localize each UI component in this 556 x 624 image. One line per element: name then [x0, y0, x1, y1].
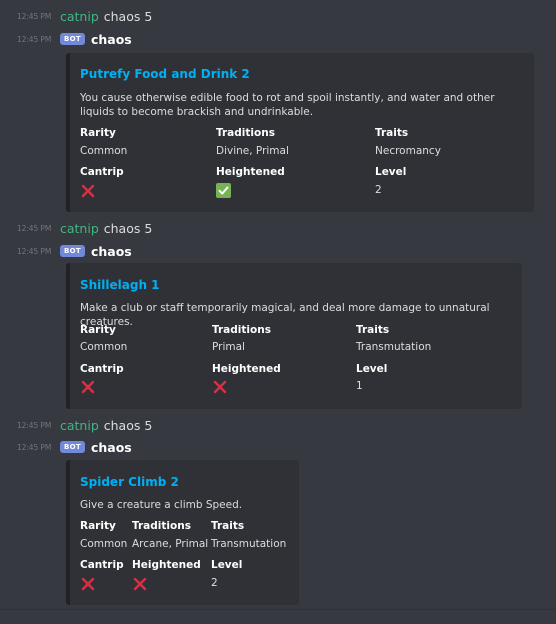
username[interactable]: catnip [60, 221, 99, 236]
bot-message-header: 12:45 PM BOT chaos [0, 31, 137, 47]
field-heightened-name: Heightened [132, 559, 201, 571]
field-traits-value: Transmutation [356, 341, 432, 353]
field-level-name: Level [356, 363, 388, 375]
field-traits-name: Traits [356, 324, 390, 336]
embed-description: Make a club or staff temporarily magical… [80, 302, 490, 328]
field-heightened-name: Heightened [216, 166, 285, 178]
spell-embed: Spider Climb 2 Give a creature a climb S… [66, 460, 299, 605]
bot-tag: BOT [60, 441, 85, 453]
field-traditions-name: Traditions [132, 520, 191, 532]
field-rarity-name: Rarity [80, 127, 116, 139]
message-text: chaos 5 [103, 417, 153, 433]
field-rarity-name: Rarity [80, 520, 116, 532]
field-traditions-value: Arcane, Primal [132, 538, 209, 550]
embed-title[interactable]: Shillelagh 1 [80, 278, 160, 292]
spell-embed: Putrefy Food and Drink 2 You cause other… [66, 53, 534, 212]
field-cantrip-name: Cantrip [80, 559, 124, 571]
cross-mark-icon [213, 380, 227, 394]
embed-description: You cause otherwise edible food to rot a… [80, 92, 495, 118]
message-text: chaos 5 [103, 220, 153, 236]
spell-embed: Shillelagh 1 Make a club or staff tempor… [66, 263, 522, 409]
field-level-name: Level [211, 559, 243, 571]
field-cantrip-name: Cantrip [80, 166, 124, 178]
field-rarity-name: Rarity [80, 324, 116, 336]
field-level-value: 2 [211, 577, 218, 589]
field-traditions-value: Divine, Primal [216, 145, 289, 157]
check-mark-icon [216, 183, 231, 198]
field-traditions-name: Traditions [216, 127, 275, 139]
field-heightened-name: Heightened [212, 363, 281, 375]
username[interactable]: catnip [60, 9, 99, 24]
field-rarity-value: Common [80, 145, 128, 157]
bot-tag: BOT [60, 33, 85, 45]
field-traits-value: Necromancy [375, 145, 441, 157]
field-level-value: 1 [356, 380, 363, 392]
cross-mark-icon [81, 380, 95, 394]
field-traditions-value: Primal [212, 341, 245, 353]
cross-mark-icon [133, 577, 147, 591]
cross-mark-icon [81, 577, 95, 591]
timestamp: 12:45 PM [17, 11, 52, 21]
field-traits-name: Traits [375, 127, 409, 139]
timestamp: 12:45 PM [17, 223, 52, 233]
bot-tag: BOT [60, 245, 85, 257]
field-rarity-value: Common [80, 538, 128, 550]
bot-username[interactable]: chaos [91, 440, 132, 455]
timestamp: 12:45 PM [17, 246, 52, 256]
user-message[interactable]: 12:45 PM catnip chaos 5 [0, 8, 152, 24]
user-message[interactable]: 12:45 PM catnip chaos 5 [0, 220, 152, 236]
bot-message-header: 12:45 PM BOT chaos [0, 243, 137, 259]
embed-title[interactable]: Spider Climb 2 [80, 475, 179, 489]
field-traits-value: Transmutation [211, 538, 287, 550]
bot-message-header: 12:45 PM BOT chaos [0, 439, 137, 455]
bot-username[interactable]: chaos [91, 244, 132, 259]
bot-username[interactable]: chaos [91, 32, 132, 47]
chat-log: 12:45 PM catnip chaos 5 12:45 PM BOT cha… [0, 0, 556, 624]
username[interactable]: catnip [60, 418, 99, 433]
embed-title[interactable]: Putrefy Food and Drink 2 [80, 67, 250, 81]
timestamp: 12:45 PM [17, 34, 52, 44]
timestamp: 12:45 PM [17, 420, 52, 430]
field-level-value: 2 [375, 184, 382, 196]
field-traits-name: Traits [211, 520, 245, 532]
field-level-name: Level [375, 166, 407, 178]
field-traditions-name: Traditions [212, 324, 271, 336]
cross-mark-icon [81, 184, 95, 198]
bottom-divider [0, 609, 556, 624]
embed-description: Give a creature a climb Speed. [80, 499, 243, 511]
message-text: chaos 5 [103, 8, 153, 24]
field-rarity-value: Common [80, 341, 128, 353]
timestamp: 12:45 PM [17, 442, 52, 452]
user-message[interactable]: 12:45 PM catnip chaos 5 [0, 417, 152, 433]
field-cantrip-name: Cantrip [80, 363, 124, 375]
